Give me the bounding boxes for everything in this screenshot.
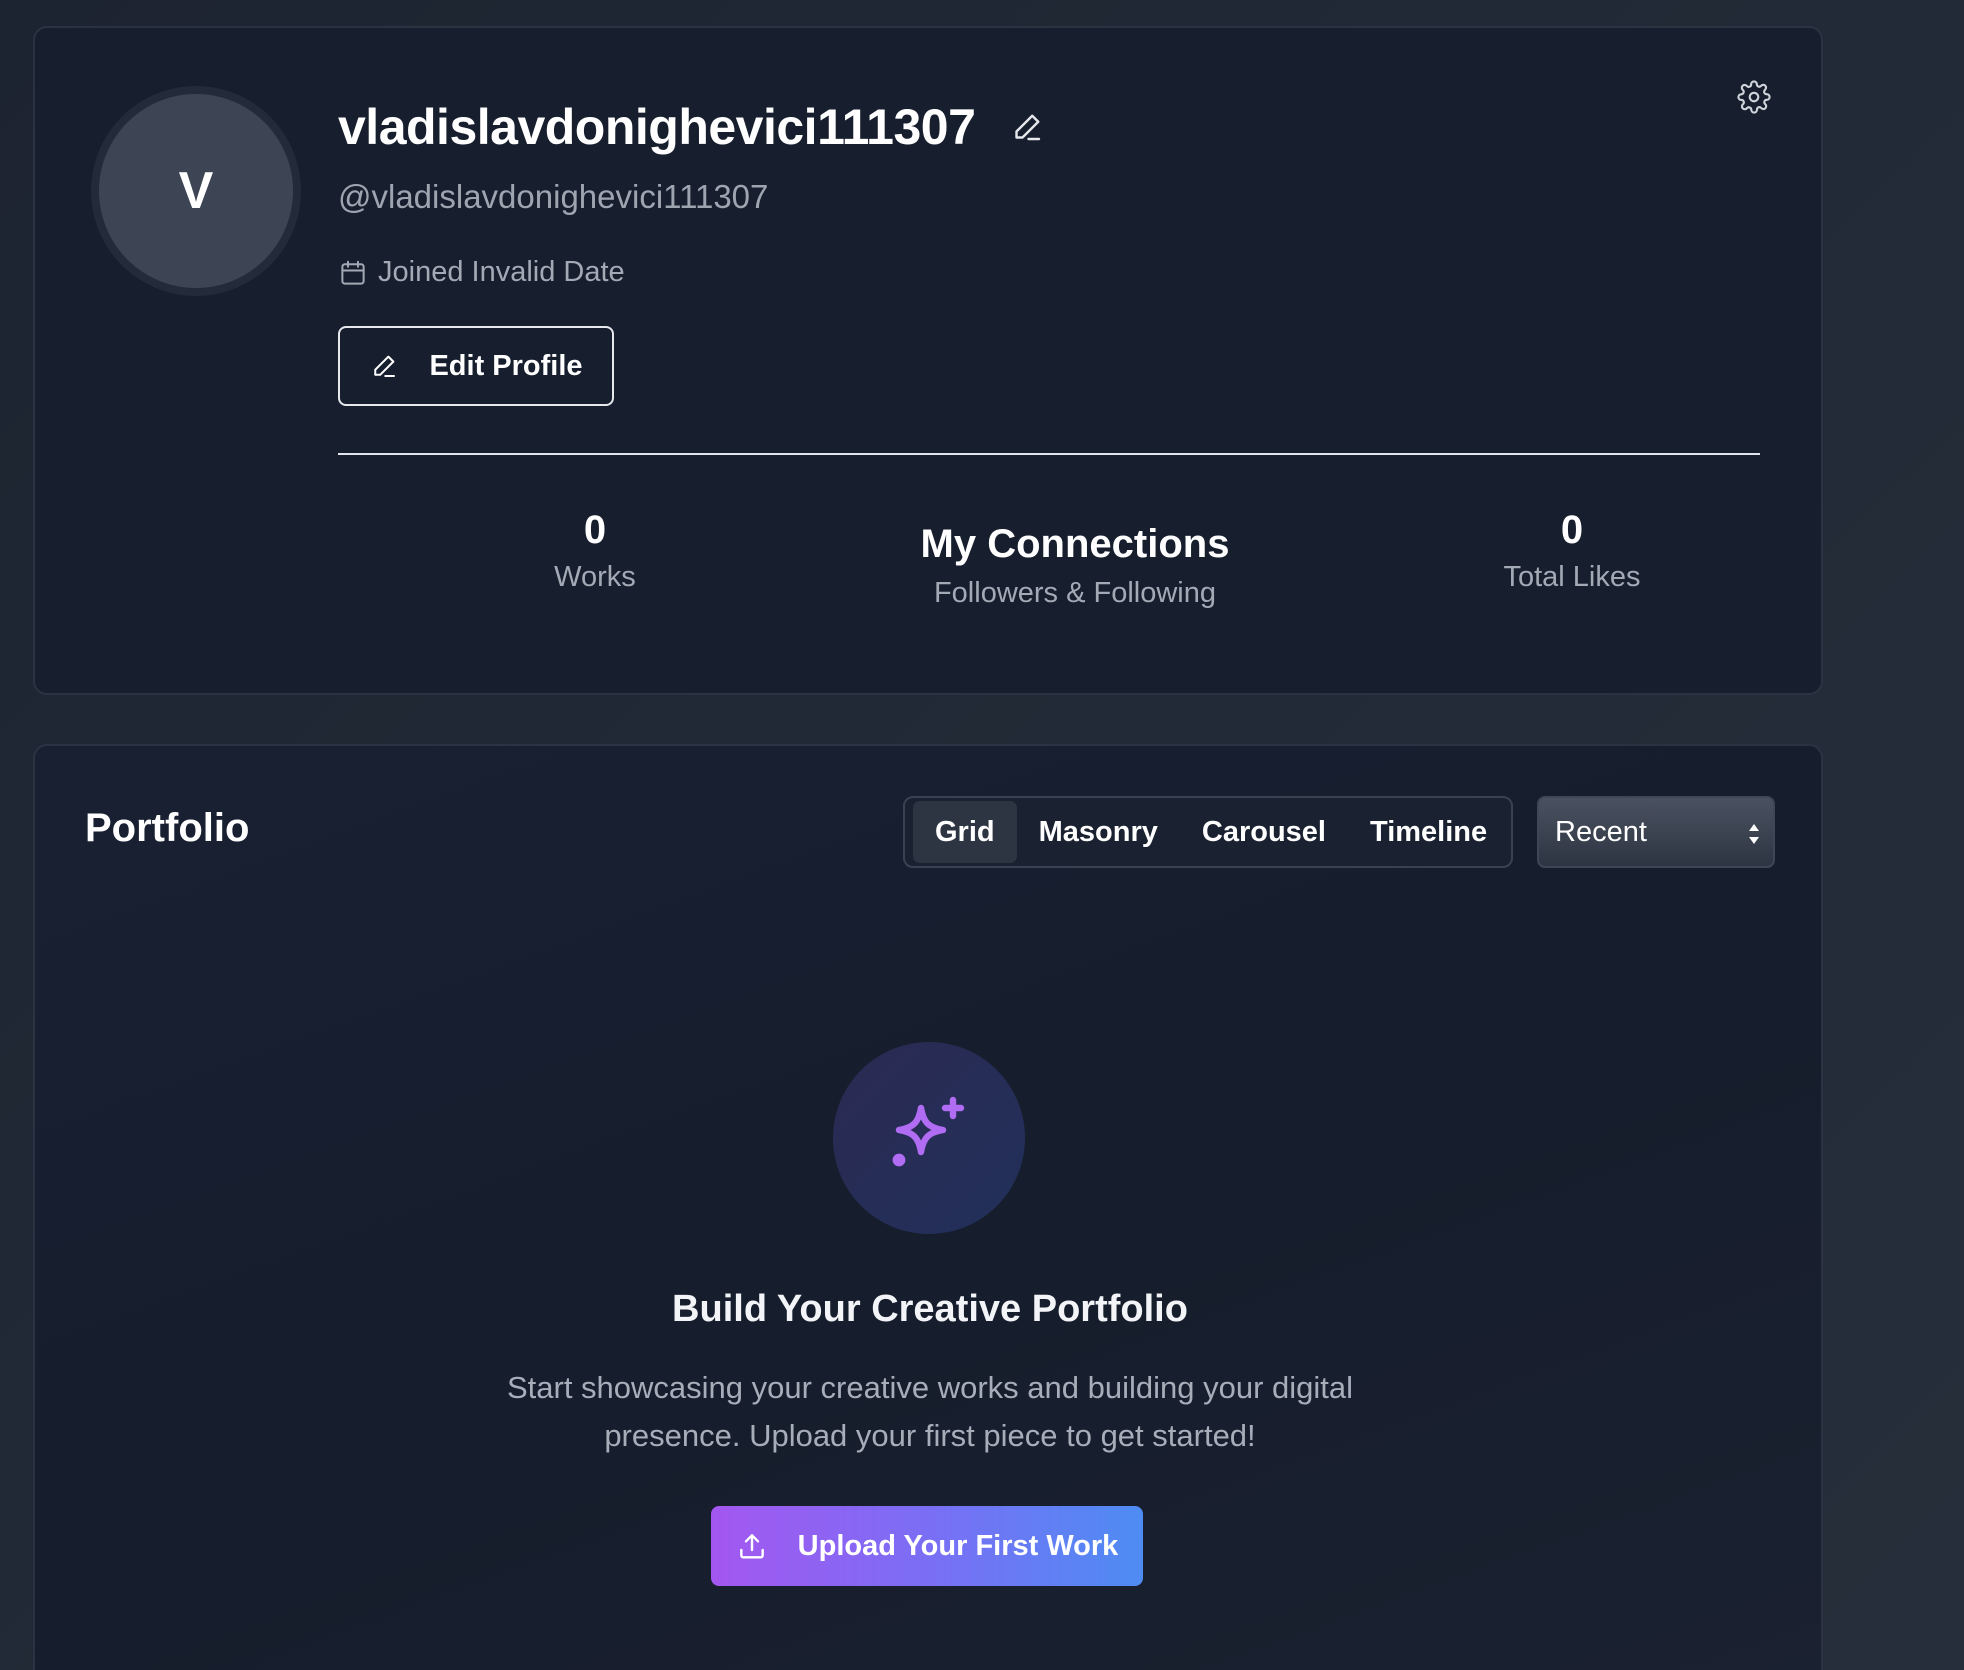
profile-card: V vladislavdonighevici111307 @vladislavd… xyxy=(33,26,1823,695)
edit-profile-button[interactable]: Edit Profile xyxy=(338,326,614,406)
connections-title: My Connections xyxy=(920,522,1230,566)
profile-page: V vladislavdonighevici111307 @vladislavd… xyxy=(0,0,1964,1670)
avatar: V xyxy=(99,94,293,288)
works-label: Works xyxy=(554,561,636,593)
profile-divider xyxy=(338,453,1760,455)
connections-label: Followers & Following xyxy=(933,577,1217,609)
avatar-ring: V xyxy=(91,86,301,296)
works-count: 0 xyxy=(583,508,607,552)
pencil-icon xyxy=(374,355,396,377)
tab-grid[interactable]: Grid xyxy=(913,801,1017,863)
likes-count: 0 xyxy=(1560,508,1584,552)
select-arrows-icon xyxy=(1749,824,1759,844)
edit-profile-label: Edit Profile xyxy=(429,349,583,382)
portfolio-card: Portfolio Grid Masonry Carousel Timeline… xyxy=(33,744,1823,1670)
likes-label: Total Likes xyxy=(1503,561,1641,593)
joined-date: Joined Invalid Date xyxy=(338,256,625,289)
tab-carousel[interactable]: Carousel xyxy=(1180,801,1348,863)
username-row: vladislavdonighevici111307 xyxy=(338,98,1045,156)
sort-select[interactable]: Recent xyxy=(1537,796,1775,868)
calendar-icon xyxy=(341,260,365,285)
gear-icon[interactable] xyxy=(1737,80,1771,114)
portfolio-title: Portfolio xyxy=(85,806,250,850)
sparkles-icon xyxy=(892,1096,965,1167)
pencil-icon[interactable] xyxy=(1009,109,1045,145)
upload-icon xyxy=(739,1534,764,1559)
tab-timeline[interactable]: Timeline xyxy=(1348,801,1509,863)
joined-text: Joined Invalid Date xyxy=(378,256,625,288)
stat-works: 0 Works xyxy=(485,508,705,594)
display-name: vladislavdonighevici111307 xyxy=(338,99,976,155)
view-mode-tabs: Grid Masonry Carousel Timeline xyxy=(903,796,1513,868)
avatar-initial: V xyxy=(178,162,214,220)
upload-first-work-button[interactable]: Upload Your First Work xyxy=(711,1506,1143,1586)
empty-state-icon-circle xyxy=(833,1042,1025,1234)
upload-button-label: Upload Your First Work xyxy=(797,1529,1119,1562)
tab-masonry[interactable]: Masonry xyxy=(1017,801,1180,863)
sort-selected-value: Recent xyxy=(1555,815,1647,848)
my-connections-link[interactable]: My Connections Followers & Following xyxy=(875,522,1275,610)
stat-total-likes: 0 Total Likes xyxy=(1462,508,1682,594)
empty-state-description: Start showcasing your creative works and… xyxy=(506,1370,1354,1453)
user-handle: @vladislavdonighevici111307 xyxy=(338,178,769,215)
empty-state-title: Build Your Creative Portfolio xyxy=(672,1288,1188,1330)
